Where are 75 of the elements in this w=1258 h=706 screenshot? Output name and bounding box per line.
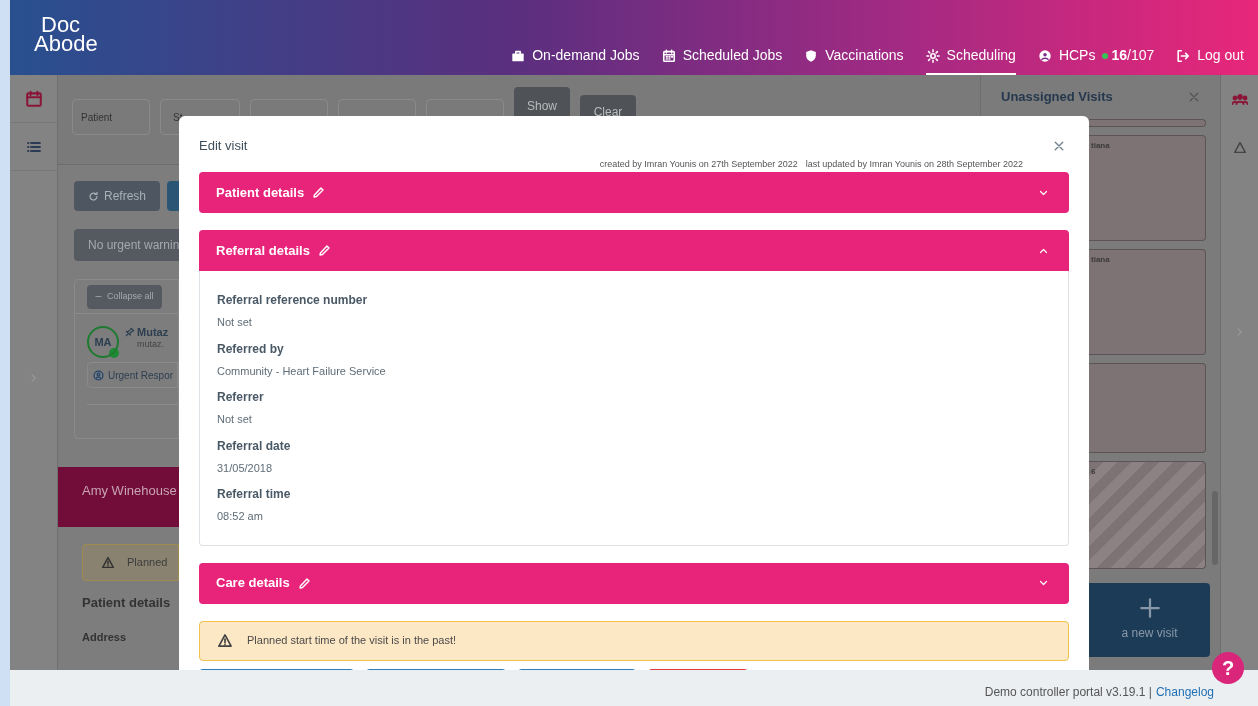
logo-text: Doc <box>41 15 81 35</box>
pin-icon <box>125 327 135 337</box>
log-out-icon <box>1176 48 1191 63</box>
nav-link[interactable]: Scheduled Jobs <box>661 45 783 75</box>
visit-card[interactable] <box>1089 119 1206 127</box>
close-icon <box>1053 139 1065 152</box>
panel-title: Unassigned Visits <box>1001 88 1113 107</box>
field-value: 08:52 am <box>217 509 264 524</box>
field-value: Not set <box>217 315 253 330</box>
patient-filter-field[interactable]: Patient <box>72 99 150 135</box>
chevron-down-icon <box>1038 188 1049 197</box>
nav-link[interactable]: Vaccinations <box>804 45 904 75</box>
section-header[interactable]: Care details <box>199 562 1069 604</box>
nav-link[interactable]: HCPs 16/107 <box>1037 45 1155 75</box>
chevron-down-icon <box>1038 579 1049 587</box>
add-visit-button[interactable]: a new visit <box>1089 583 1210 657</box>
minus-icon <box>95 293 102 300</box>
section-heading: Patient details <box>82 594 171 612</box>
team-tag: Urgent Respor <box>87 362 178 388</box>
section-title: Referral details <box>216 241 310 260</box>
warning-triangle-icon <box>101 556 115 569</box>
nav-link[interactable]: On-demand Jobs <box>511 45 640 75</box>
calendar-icon <box>661 48 676 63</box>
warning-triangle-icon <box>1232 140 1247 154</box>
field-value: Not set <box>217 412 253 427</box>
help-button[interactable]: ? <box>1212 652 1244 684</box>
nav-link[interactable]: Log out <box>1176 45 1244 75</box>
visit-card[interactable]: tiana <box>1089 135 1206 241</box>
section-title: Patient details <box>216 183 305 202</box>
chevron-up-icon <box>1038 246 1049 255</box>
warning-triangle-icon <box>217 633 233 648</box>
warnings-button[interactable]: No urgent warnin <box>74 229 179 261</box>
staff-name: Mutaz <box>137 326 169 338</box>
logo-text: Abode <box>34 34 98 54</box>
plus-icon <box>1139 598 1160 618</box>
people-icon <box>1231 93 1248 105</box>
visit-card[interactable]: 6 <box>1089 461 1206 569</box>
field-label: Referral date <box>217 437 292 455</box>
pencil-icon <box>297 576 311 590</box>
field-value: Community - Heart Failure Service <box>217 363 387 379</box>
created-info: created by Imran Younis on 27th September 2022 <box>599 157 798 171</box>
refresh-icon <box>88 190 99 202</box>
briefcase-icon <box>511 48 526 63</box>
user-circle-icon <box>93 369 104 381</box>
sun-icon <box>925 48 940 63</box>
shield-icon <box>804 48 819 63</box>
updated-info: last updated by Imran Younis on 28th September 2022 <box>805 157 1023 171</box>
visit-card[interactable]: tiana <box>1089 249 1206 355</box>
collapse-all-button[interactable]: Collapse all <box>87 284 162 309</box>
refresh-button[interactable]: Refresh <box>74 181 160 211</box>
visit-card-text: 6 <box>1091 467 1096 476</box>
calendar-icon <box>24 89 43 108</box>
section-header[interactable]: Patient details <box>199 172 1069 213</box>
pencil-icon <box>317 244 331 257</box>
close-icon <box>1188 91 1200 103</box>
version-text: Demo controller portal v3.19.1 | <box>984 684 1152 701</box>
field-label: Referral time <box>217 486 292 503</box>
field-label: Address <box>82 629 127 645</box>
section-header[interactable]: Referral details <box>199 230 1069 271</box>
visit-banner: Amy Winehouse <box>58 467 179 527</box>
field-label: Referrer <box>217 389 265 406</box>
visit-card-text: tiana <box>1091 255 1110 264</box>
visit-card-text: tiana <box>1091 141 1110 150</box>
field-label: Referral reference number <box>217 292 369 309</box>
visit-card[interactable] <box>1089 363 1206 453</box>
warning-banner: Planned <box>82 544 179 581</box>
field-value: 31/05/2018 <box>217 460 274 476</box>
field-label: Referred by <box>217 340 285 358</box>
warning-banner: Planned start time of the visit is in the past! <box>199 620 1069 661</box>
section-title: Care details <box>216 574 290 593</box>
dialog-title: Edit visit <box>199 137 248 155</box>
pencil-icon <box>312 186 326 199</box>
action-button[interactable] <box>167 181 179 211</box>
user-icon <box>1037 48 1052 63</box>
changelog-link[interactable]: Changelog <box>1155 683 1214 701</box>
